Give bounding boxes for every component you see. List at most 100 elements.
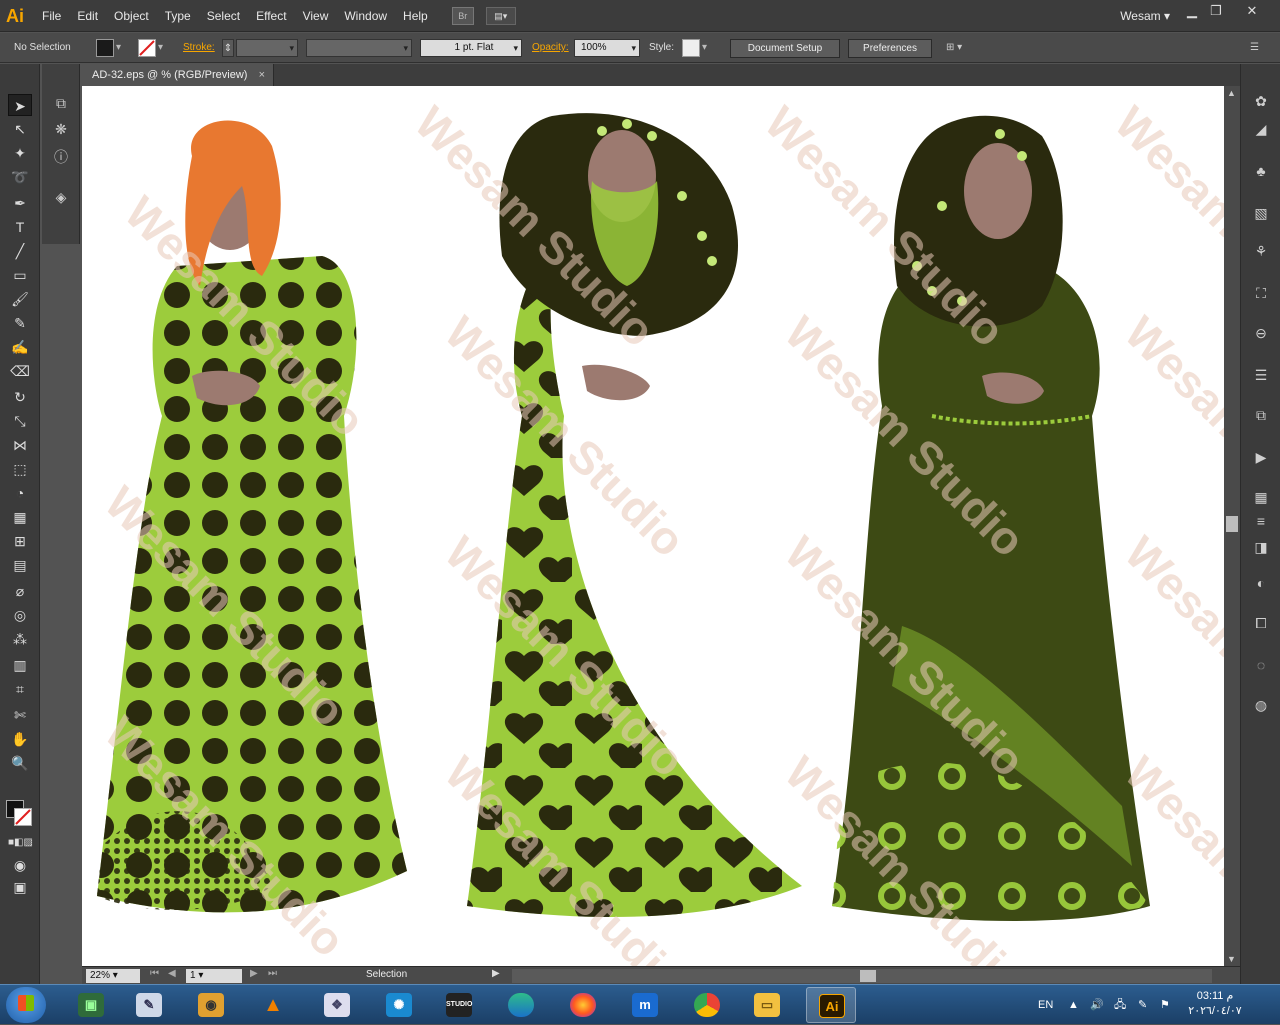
document-tab[interactable]: AD-32.eps @ % (RGB/Preview) × — [82, 64, 274, 86]
pencil-tool-icon[interactable]: ✎ — [8, 312, 32, 334]
opacity-field[interactable]: 100% — [574, 39, 640, 57]
action-center-icon[interactable]: ⚑ — [1160, 985, 1170, 1025]
stroke-color-icon[interactable] — [14, 808, 32, 826]
taskbar-app-6[interactable]: ✺ — [374, 987, 424, 1023]
menu-effect[interactable]: Effect — [248, 0, 294, 32]
mesh-tool-icon[interactable]: ⊞ — [8, 530, 32, 552]
paintbrush-tool-icon[interactable]: 🖌 — [8, 288, 32, 310]
brushes-icon[interactable]: ⚘ — [1250, 240, 1272, 262]
rectangle-tool-icon[interactable]: ▭ — [8, 264, 32, 286]
color-modes-icon[interactable]: ■◧▨ — [8, 832, 33, 854]
arrange-icon[interactable]: ⊞ ▾ — [946, 39, 962, 57]
close-tab-icon[interactable]: × — [259, 64, 265, 86]
artboards-icon[interactable]: ⧠ — [1250, 612, 1272, 634]
image-trace-icon[interactable]: ◍ — [1250, 694, 1272, 716]
scroll-up-icon[interactable]: ▲ — [1227, 88, 1236, 98]
pen-tool-icon[interactable]: ✒ — [8, 192, 32, 214]
stroke-label[interactable]: Stroke: — [183, 39, 215, 57]
eraser-tool-icon[interactable]: ⌫ — [8, 360, 32, 382]
artboard-tool-icon[interactable]: ⌗ — [8, 678, 32, 700]
fill-swatch[interactable] — [96, 39, 114, 57]
taskbar-app-2[interactable]: ✎ — [124, 987, 174, 1023]
menu-file[interactable]: File — [34, 0, 69, 32]
graphic-styles-icon[interactable]: ▧ — [1250, 202, 1272, 224]
menu-help[interactable]: Help — [395, 0, 436, 32]
links-icon[interactable]: ⊖ — [1250, 322, 1272, 344]
menu-object[interactable]: Object — [106, 0, 157, 32]
transform-icon[interactable]: ⛶ — [1250, 282, 1272, 304]
width-tool-icon[interactable]: ⋈ — [8, 434, 32, 456]
fill-dropdown-icon[interactable]: ▾ — [116, 39, 121, 57]
menu-window[interactable]: Window — [336, 0, 395, 32]
vertical-scroll-thumb[interactable] — [1226, 516, 1238, 532]
swatches-club-icon[interactable]: ♣ — [1250, 160, 1272, 182]
volume-icon[interactable]: 🔊 — [1090, 985, 1104, 1025]
document-setup-button[interactable]: Document Setup — [730, 39, 840, 58]
stroke-swatch[interactable] — [138, 39, 156, 57]
perspective-grid-tool-icon[interactable]: ▦ — [8, 506, 32, 528]
blend-tool-icon[interactable]: ◎ — [8, 604, 32, 626]
minimize-icon[interactable]: ▁ — [1180, 2, 1204, 20]
taskbar-studio[interactable]: STUDIO — [434, 987, 484, 1023]
horizontal-scrollbar[interactable] — [512, 969, 1212, 983]
workspace-user-menu[interactable]: Wesam ▾ — [1120, 0, 1170, 32]
taskbar-app-1[interactable]: ▣ — [66, 987, 116, 1023]
gradient-panel-icon[interactable]: ◢ — [1250, 118, 1272, 140]
next-artboard-icon[interactable]: ▶ — [250, 968, 258, 979]
scale-tool-icon[interactable]: ⤡ — [8, 410, 32, 432]
opacity-label[interactable]: Opacity: — [532, 39, 569, 57]
network-icon[interactable]: 🖧 — [1114, 985, 1126, 1025]
gradient-swatch-icon[interactable]: ◨ — [1250, 536, 1272, 558]
preferences-button[interactable]: Preferences — [848, 39, 932, 58]
actions-icon[interactable]: ▶ — [1250, 446, 1272, 468]
taskbar-illustrator[interactable]: Ai — [806, 987, 856, 1023]
taskbar-app-5[interactable]: ❖ — [312, 987, 362, 1023]
rotate-tool-icon[interactable]: ↻ — [8, 386, 32, 408]
blob-brush-tool-icon[interactable]: ✍ — [8, 336, 32, 358]
type-tool-icon[interactable]: T — [8, 216, 32, 238]
gradient-tool-icon[interactable]: ▤ — [8, 554, 32, 576]
shape-builder-tool-icon[interactable]: ◔ — [8, 482, 32, 504]
magic-wand-tool-icon[interactable]: ✦ — [8, 142, 32, 164]
column-graph-tool-icon[interactable]: ▥ — [8, 654, 32, 676]
menu-view[interactable]: View — [295, 0, 337, 32]
arrange-documents-button[interactable]: ▤▾ — [485, 6, 516, 25]
taskbar-explorer[interactable]: ▭ — [742, 987, 792, 1023]
menu-type[interactable]: Type — [157, 0, 199, 32]
lasso-tool-icon[interactable]: ➰ — [8, 166, 32, 188]
previous-artboard-icon[interactable]: ◀ — [168, 968, 176, 979]
taskbar-vlc[interactable]: ▲ — [248, 987, 298, 1023]
zoom-level-field[interactable]: 22% ▾ — [86, 969, 140, 983]
stroke-weight-field[interactable] — [236, 39, 298, 57]
language-indicator[interactable]: EN — [1038, 985, 1053, 1025]
scroll-down-icon[interactable]: ▼ — [1227, 954, 1236, 964]
align-panel-icon[interactable]: ☰ — [1250, 364, 1272, 386]
appearance-icon[interactable]: ▦ — [1250, 486, 1272, 508]
selection-tool-icon[interactable]: ➤ — [8, 94, 32, 116]
stroke-weight-stepper[interactable]: ⇕ — [222, 39, 234, 57]
taskbar-chrome[interactable] — [682, 987, 732, 1023]
stroke-dropdown-icon[interactable]: ▾ — [158, 39, 163, 57]
hand-tool-icon[interactable]: ✋ — [8, 728, 32, 750]
symbol-sprayer-tool-icon[interactable]: ⁂ — [8, 628, 32, 650]
layers-panel-icon[interactable]: ◈ — [50, 186, 72, 208]
system-clock[interactable]: 03:11 م ٢٠٢٦/٠٤/٠٧ — [1180, 989, 1250, 1019]
line-tool-icon[interactable]: ╱ — [8, 240, 32, 262]
close-icon[interactable]: ✕ — [1240, 2, 1264, 20]
bridge-button[interactable]: Br — [451, 6, 474, 25]
navigator-icon[interactable]: ◌ — [1250, 654, 1272, 676]
eyedropper-tool-icon[interactable]: ⌀ — [8, 580, 32, 602]
direct-selection-tool-icon[interactable]: ↖ — [8, 118, 32, 140]
show-hidden-icons-icon[interactable]: ▲ — [1068, 985, 1079, 1025]
restore-icon[interactable]: ❐ — [1204, 2, 1228, 20]
screen-mode-icon[interactable]: ▣ — [8, 876, 32, 898]
vertical-scrollbar[interactable]: ▲ ▼ — [1224, 86, 1240, 966]
stroke-panel-icon[interactable]: ≡ — [1250, 510, 1272, 532]
info-panel-icon[interactable]: ⓘ — [50, 146, 72, 168]
slice-tool-icon[interactable]: ✄ — [8, 704, 32, 726]
artboard-canvas[interactable]: Wesam Studio Wesam Studio Wesam Studio W… — [82, 86, 1224, 966]
brush-definition-select[interactable]: 1 pt. Flat — [420, 39, 522, 57]
pen-tray-icon[interactable]: ✎ — [1138, 985, 1147, 1025]
horizontal-scroll-thumb[interactable] — [860, 970, 876, 982]
free-transform-tool-icon[interactable]: ⬚ — [8, 458, 32, 480]
